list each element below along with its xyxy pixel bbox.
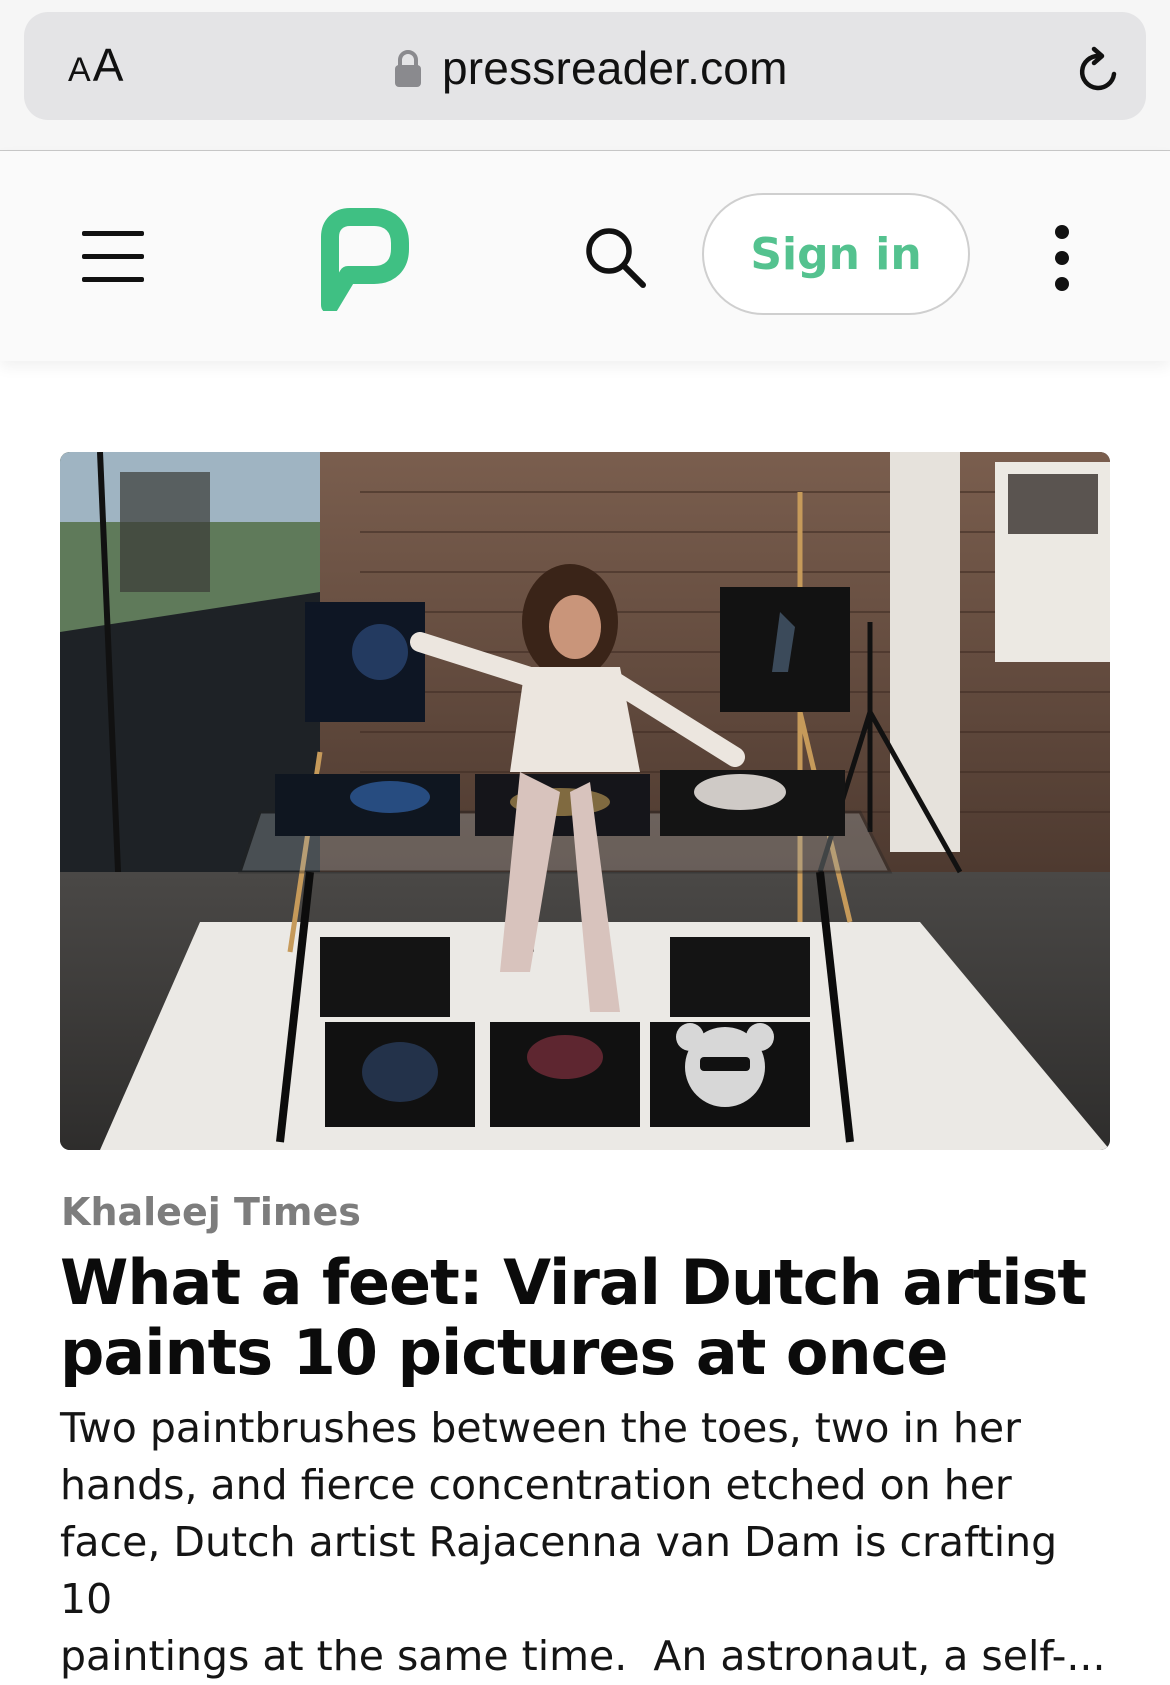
- menu-icon[interactable]: [82, 231, 144, 283]
- headline-line-2: paints 10 pictures at once: [60, 1316, 948, 1389]
- pressreader-logo[interactable]: [318, 207, 410, 311]
- article-headline[interactable]: What a feet: Viral Dutch artist paints 1…: [60, 1248, 1110, 1388]
- search-icon[interactable]: [583, 225, 649, 291]
- browser-address-bar: A A pressreader.com: [0, 0, 1170, 151]
- url-display[interactable]: pressreader.com: [394, 40, 788, 96]
- text-size-small-a: A: [68, 51, 91, 89]
- site-header: Sign in: [0, 151, 1170, 361]
- url-text: pressreader.com: [442, 42, 788, 94]
- article-image[interactable]: [60, 452, 1110, 1150]
- url-field[interactable]: A A pressreader.com: [24, 12, 1146, 120]
- more-icon[interactable]: [1050, 225, 1074, 291]
- text-size-large-a: A: [92, 39, 124, 91]
- sign-in-button[interactable]: Sign in: [702, 193, 970, 315]
- article-source[interactable]: Khaleej Times: [61, 1190, 361, 1234]
- text-size-button[interactable]: A A: [68, 38, 123, 94]
- lock-icon: [395, 50, 421, 87]
- headline-line-1: What a feet: Viral Dutch artist: [60, 1246, 1087, 1319]
- article-photo: [60, 452, 1110, 1150]
- reload-icon[interactable]: [1074, 46, 1124, 96]
- article-excerpt[interactable]: Two paintbrushes between the toes, two i…: [60, 1400, 1120, 1685]
